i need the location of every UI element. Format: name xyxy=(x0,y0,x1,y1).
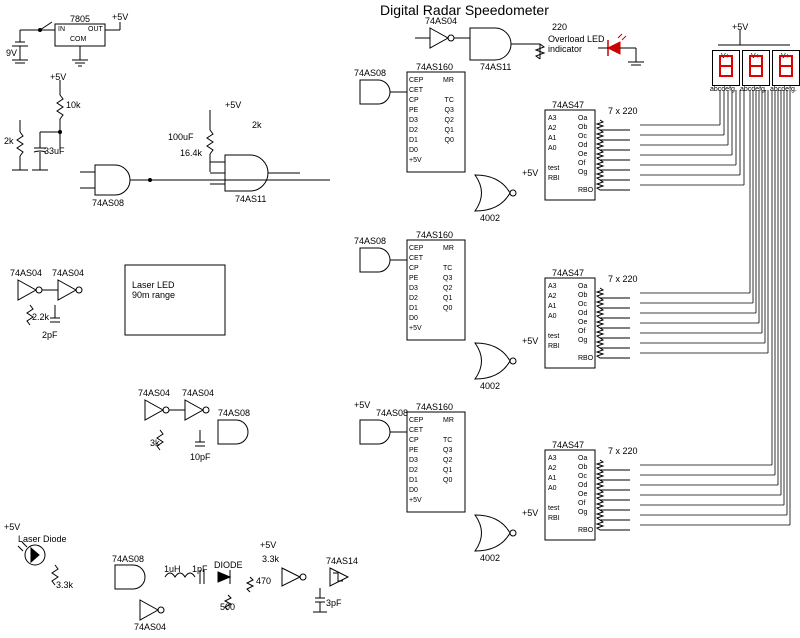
as04-m1: 74AS04 xyxy=(138,388,170,398)
seven-seg-display-1: V+ xyxy=(712,50,740,86)
r2-2k: 2.2k xyxy=(32,312,49,322)
r7x220-1: 7 x 220 xyxy=(608,106,638,116)
c33uf: 33uF xyxy=(44,146,65,156)
vreg-in: IN xyxy=(58,26,65,33)
as04-rx: 74AS04 xyxy=(134,622,166,632)
seg-pins-1: abcdefg. xyxy=(710,86,737,93)
laser-led-label: Laser LED 90m range xyxy=(132,280,175,300)
v5-d2: +5V xyxy=(522,336,538,346)
as04-top: 74AS04 xyxy=(425,16,457,26)
as04-m2: 74AS04 xyxy=(182,388,214,398)
r470: 470 xyxy=(256,576,271,586)
r220-led: 220 xyxy=(552,22,567,32)
r3-3k-a: 3.3k xyxy=(56,580,73,590)
as47-2: 74AS47 xyxy=(552,268,584,278)
ctr1-pins-r: MRTCQ3Q2Q1Q0 xyxy=(443,76,454,146)
as04-bl1: 74AS04 xyxy=(10,268,42,278)
v5-c3: +5V xyxy=(354,400,370,410)
seg-pins-2: abcdefg. xyxy=(740,86,767,93)
as04-bl2: 74AS04 xyxy=(52,268,84,278)
c2pf: 2pF xyxy=(42,330,58,340)
as47-1: 74AS47 xyxy=(552,100,584,110)
dec3-l: A3A2A1A0testRBI xyxy=(548,454,560,524)
v5-d1: +5V xyxy=(522,168,538,178)
seven-seg-display-3: V+ xyxy=(772,50,800,86)
c1pf: 1pF xyxy=(192,564,208,574)
r2k-b: 2k xyxy=(252,120,262,130)
vreg-out: OUT xyxy=(88,26,103,33)
nor-3: 4002 xyxy=(480,553,500,563)
as11-a: 74AS11 xyxy=(235,194,266,204)
battery-label: 9V xyxy=(6,48,17,58)
c100uf: 100uF xyxy=(168,132,194,142)
v5-b: +5V xyxy=(225,100,241,110)
r3k: 3k xyxy=(150,438,160,448)
r10k: 10k xyxy=(66,100,81,110)
c3pf: 3pF xyxy=(326,598,342,608)
dec1-l: A3A2A1A0testRBI xyxy=(548,114,560,184)
as08-c3: 74AS08 xyxy=(376,408,408,418)
overload-text: Overload LED indicator xyxy=(548,34,605,54)
as160-2: 74AS160 xyxy=(416,230,453,240)
c10pf: 10pF xyxy=(190,452,211,462)
v5-d3: +5V xyxy=(522,508,538,518)
ctr3-pins-r: MRTCQ3Q2Q1Q0 xyxy=(443,416,454,486)
schematic-canvas xyxy=(0,0,800,638)
diode-lbl: DIODE xyxy=(214,560,243,570)
as08-m: 74AS08 xyxy=(218,408,250,418)
vreg-com: COM xyxy=(70,36,86,43)
dec1-r: OaObOcOdOeOfOgRBO xyxy=(578,114,593,195)
r16-4k: 16.4k xyxy=(180,148,202,158)
ctr3-pins-l: CEPCETCPPED3D2D1D0+5V xyxy=(409,416,423,506)
v5-a: +5V xyxy=(50,72,66,82)
v5-reg: +5V xyxy=(112,12,128,22)
as11-top: 74AS11 xyxy=(480,62,511,72)
as47-3: 74AS47 xyxy=(552,440,584,450)
v5-rx: +5V xyxy=(260,540,276,550)
as160-1: 74AS160 xyxy=(416,62,453,72)
ctr1-pins-l: CEPCETCPPED3D2D1D0+5V xyxy=(409,76,423,166)
nor-2: 4002 xyxy=(480,381,500,391)
r3-3k-b: 3.3k xyxy=(262,554,279,564)
as14: 74AS14 xyxy=(326,556,358,566)
laser-diode-label: Laser Diode xyxy=(18,534,67,544)
dec2-l: A3A2A1A0testRBI xyxy=(548,282,560,352)
v5-bl: +5V xyxy=(4,522,20,532)
l1uh: 1uH xyxy=(164,564,181,574)
dec3-r: OaObOcOdOeOfOgRBO xyxy=(578,454,593,535)
r7x220-2: 7 x 220 xyxy=(608,274,638,284)
vreg-label: 7805 xyxy=(70,14,90,24)
seven-seg-display-2: V+ xyxy=(742,50,770,86)
dec2-r: OaObOcOdOeOfOgRBO xyxy=(578,282,593,363)
ctr2-pins-r: MRTCQ3Q2Q1Q0 xyxy=(443,244,454,314)
r7x220-3: 7 x 220 xyxy=(608,446,638,456)
as08-c1: 74AS08 xyxy=(354,68,386,78)
nor-1: 4002 xyxy=(480,213,500,223)
r2k-a: 2k xyxy=(4,136,14,146)
ctr2-pins-l: CEPCETCPPED3D2D1D0+5V xyxy=(409,244,423,334)
as08-a: 74AS08 xyxy=(92,198,124,208)
seg-pins-3: abcdefg. xyxy=(770,86,797,93)
v5-disp: +5V xyxy=(732,22,748,32)
as08-c2: 74AS08 xyxy=(354,236,386,246)
r500: 500 xyxy=(220,602,235,612)
as08-rx: 74AS08 xyxy=(112,554,144,564)
as160-3: 74AS160 xyxy=(416,402,453,412)
